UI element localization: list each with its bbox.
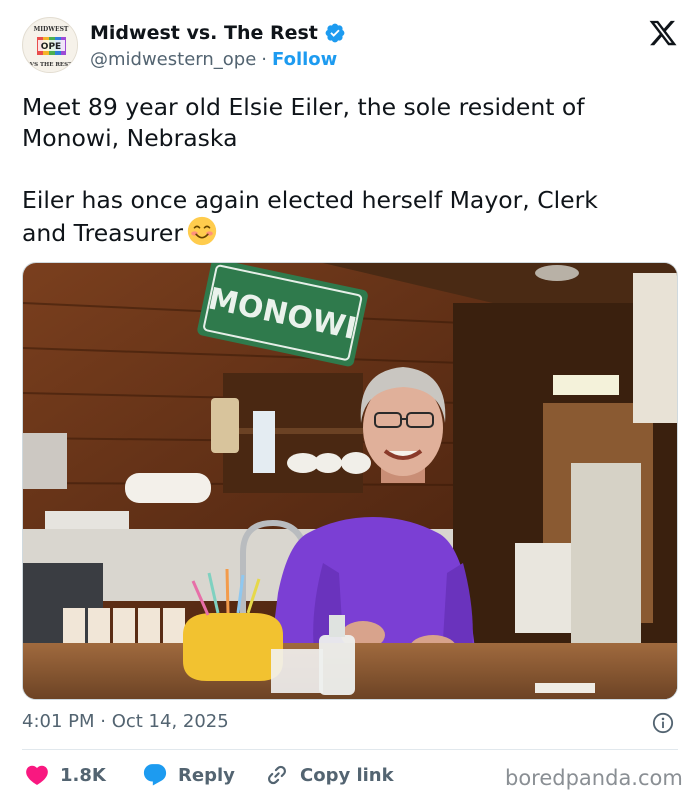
author-display-name[interactable]: Midwest vs. The Rest — [90, 22, 318, 44]
svg-text:MIDWEST: MIDWEST — [34, 26, 69, 33]
like-count: 1.8K — [60, 764, 106, 786]
heart-icon — [26, 765, 48, 785]
avatar-logo: OPE MIDWEST VS THE REST — [24, 19, 77, 72]
handle-separator: · — [261, 49, 268, 70]
reply-bubble-icon — [143, 764, 167, 786]
boredpanda-watermark: boredpanda.com — [505, 766, 683, 790]
reply-button[interactable]: Reply — [142, 762, 235, 788]
x-logo-icon[interactable] — [648, 18, 678, 48]
author-avatar[interactable]: OPE MIDWEST VS THE REST — [22, 17, 78, 73]
tweet-photo[interactable]: MONOWI — [22, 262, 678, 700]
tweet-line: and Treasurer — [22, 219, 183, 247]
copy-link-button[interactable]: Copy link — [264, 762, 394, 788]
tweet-text: Meet 89 year old Elsie Eiler, the sole r… — [22, 92, 682, 249]
tweet-line: Monowi, Nebraska — [22, 124, 238, 152]
svg-text:VS THE REST: VS THE REST — [29, 62, 73, 68]
tweet-line: Eiler has once again elected herself May… — [22, 186, 598, 214]
author-handle-row: @midwestern_ope · Follow — [90, 49, 337, 70]
tweet-line-with-emoji: and Treasurer — [22, 216, 682, 249]
smiling-face-emoji-icon — [187, 216, 217, 246]
link-icon — [268, 765, 286, 785]
copy-link-label: Copy link — [300, 764, 394, 786]
svg-text:OPE: OPE — [41, 42, 61, 52]
photo-elsie-eiler: MONOWI — [23, 263, 677, 699]
tweet-timestamp[interactable]: 4:01 PM · Oct 14, 2025 — [22, 711, 229, 732]
reply-label: Reply — [178, 764, 235, 786]
like-button[interactable]: 1.8K — [24, 762, 106, 788]
follow-button[interactable]: Follow — [272, 49, 337, 70]
tweet-line: Meet 89 year old Elsie Eiler, the sole r… — [22, 93, 585, 121]
actions-divider — [22, 749, 678, 750]
author-name-row: Midwest vs. The Rest — [90, 22, 346, 44]
verified-badge-icon — [325, 23, 345, 43]
author-handle[interactable]: @midwestern_ope — [90, 49, 256, 70]
info-icon[interactable] — [652, 712, 674, 734]
